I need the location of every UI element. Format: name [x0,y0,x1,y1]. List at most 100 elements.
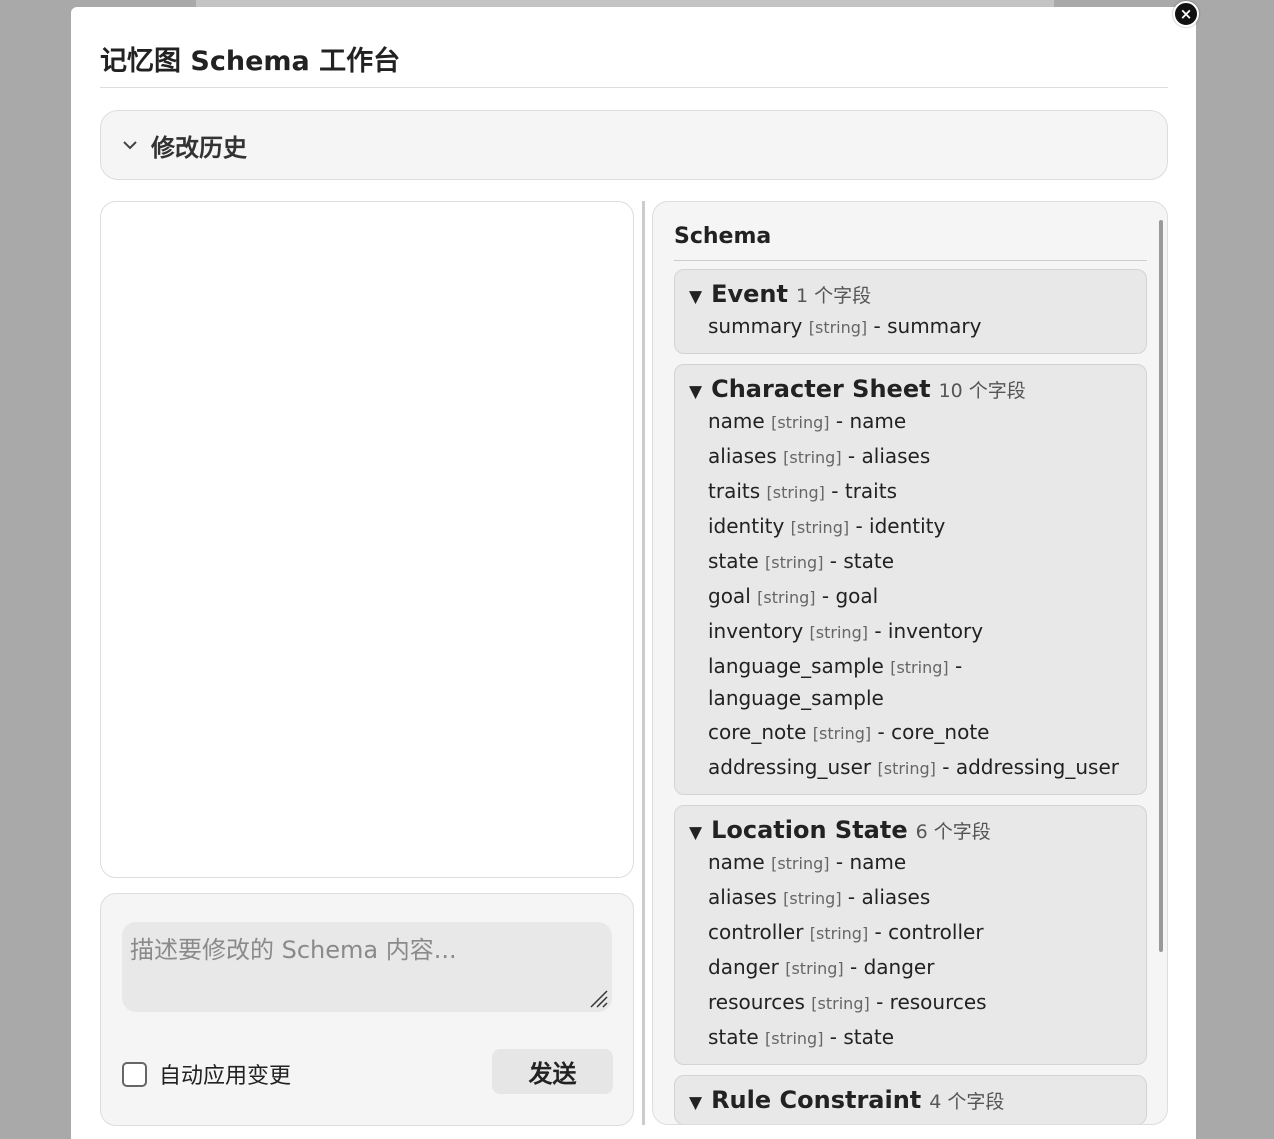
schema-field-row: name [string] - name [708,409,907,433]
field-type: [string] [765,1029,824,1048]
field-description: danger [863,955,935,979]
entity-header[interactable]: ▼ Event 1 个字段 [689,280,1134,308]
field-description: core_note [891,720,990,744]
auto-apply-label[interactable]: 自动应用变更 [159,1058,291,1090]
field-name: name [708,409,765,433]
field-type: [string] [785,959,844,978]
triangle-down-icon[interactable]: ▼ [689,382,702,402]
schema-heading: Schema [674,224,772,249]
entity-field-count: 6 个字段 [915,821,991,843]
schema-divider [674,260,1147,261]
entity-name: Location State [711,816,908,844]
field-type: [string] [809,924,869,943]
schema-field-row: danger [string] - danger [708,955,935,979]
field-name: name [708,850,765,874]
auto-apply-row[interactable]: 自动应用变更 [122,1058,291,1090]
field-description: name [849,850,907,874]
schema-entity: ▼ Location State 6 个字段 name [string] - name… [674,805,1147,1065]
entity-name: Rule Constraint [711,1086,922,1114]
schema-workbench-modal: 记忆图 Schema 工作台 修改历史 自动应用变更 发送 Schema ▼ Ev… [71,7,1196,1139]
field-type: [string] [771,413,830,432]
schema-field-row: traits [string] - traits [708,479,897,503]
entity-field-count: 4 个字段 [929,1091,1005,1113]
field-type: [string] [809,623,868,642]
field-name: summary [708,314,803,338]
entity-field-list: name [string] - name aliases [string] - a… [689,406,1134,784]
chevron-down-icon [123,141,137,150]
field-type: [string] [790,518,850,537]
field-description: identity [869,514,946,538]
resize-grip-icon[interactable] [587,987,609,1009]
field-name: identity [708,514,785,538]
panel-splitter[interactable] [642,201,645,1125]
triangle-down-icon[interactable]: ▼ [689,823,702,843]
field-name: controller [708,920,804,944]
field-description: language_sample [708,686,884,710]
field-description: state [843,1025,895,1049]
field-name: inventory [708,619,804,643]
schema-field-row: core_note [string] - core_note [708,720,990,744]
field-description: controller [888,920,984,944]
schema-field-row: language_sample [string] - language_samp… [708,654,963,710]
schema-field-row: aliases [string] - aliases [708,885,931,909]
field-name: core_note [708,720,807,744]
field-type: [string] [783,889,842,908]
triangle-down-icon[interactable]: ▼ [689,1093,702,1113]
schema-scrollbar[interactable] [1159,220,1163,952]
entity-header[interactable]: ▼ Rule Constraint 4 个字段 [689,1086,1134,1114]
schema-field-row: addressing_user [string] - addressing_us… [708,755,1119,779]
schema-field-row: inventory [string] - inventory [708,619,984,643]
schema-field-row: goal [string] - goal [708,584,879,608]
field-description: resources [889,990,987,1014]
entity-name: Event [711,280,788,308]
field-description: traits [844,479,897,503]
field-name: addressing_user [708,755,872,779]
schema-entity-list: ▼ Event 1 个字段 summary [string] - summary ▼ Ch… [674,269,1147,1124]
field-type: [string] [812,724,872,743]
chat-message-area [100,201,634,878]
entity-name: Character Sheet [711,375,931,403]
field-name: language_sample [708,654,884,678]
field-type: [string] [765,553,824,572]
field-description: summary [887,314,982,338]
field-name: goal [708,584,751,608]
field-description: goal [835,584,879,608]
entity-header[interactable]: ▼ Location State 6 个字段 [689,816,1134,844]
field-name: state [708,549,759,573]
entity-field-list: summary [string] - summary [689,311,1134,343]
field-type: [string] [877,759,936,778]
schema-field-row: name [string] - name [708,850,907,874]
modal-title: 记忆图 Schema 工作台 [100,46,401,77]
title-divider [100,87,1168,88]
field-name: danger [708,955,779,979]
field-type: [string] [890,658,949,677]
field-description: state [843,549,895,573]
field-name: state [708,1025,759,1049]
field-description: inventory [887,619,984,643]
send-button[interactable]: 发送 [492,1049,613,1094]
schema-entity: ▼ Rule Constraint 4 个字段 [674,1075,1147,1124]
history-label: 修改历史 [151,133,247,162]
auto-apply-checkbox[interactable] [122,1061,147,1087]
schema-panel: Schema ▼ Event 1 个字段 summary [string] - sum… [652,201,1168,1125]
entity-header[interactable]: ▼ Character Sheet 10 个字段 [689,375,1134,403]
field-type: [string] [811,994,870,1013]
field-name: resources [708,990,805,1014]
triangle-down-icon[interactable]: ▼ [689,287,702,307]
schema-field-row: resources [string] - resources [708,990,987,1014]
schema-entity: ▼ Character Sheet 10 个字段 name [string] - na… [674,364,1147,795]
schema-field-row: identity [string] - identity [708,514,946,538]
schema-field-row: state [string] - state [708,1025,895,1049]
field-name: aliases [708,444,777,468]
field-type: [string] [766,483,825,502]
field-type: [string] [771,854,830,873]
close-icon[interactable]: × [1173,1,1199,27]
prompt-input-panel: 自动应用变更 发送 [100,893,634,1126]
schema-field-row: aliases [string] - aliases [708,444,931,468]
schema-prompt-input[interactable] [122,922,612,1012]
field-name: traits [708,479,761,503]
field-description: aliases [861,444,931,468]
history-toggle[interactable]: 修改历史 [100,110,1168,180]
field-type: [string] [808,318,868,337]
entity-field-count: 10 个字段 [938,380,1026,402]
